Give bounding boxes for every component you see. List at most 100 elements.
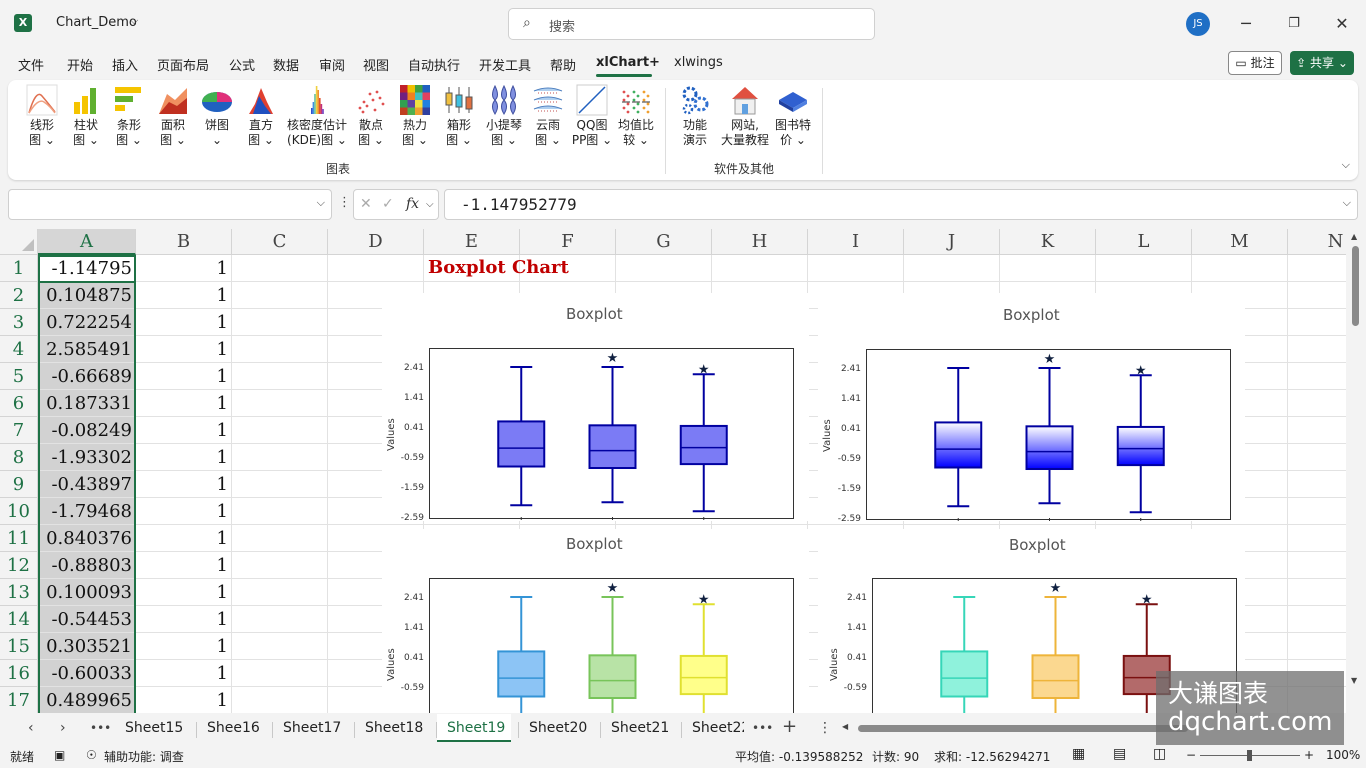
tab-1[interactable]: 开始 <box>67 55 93 74</box>
column-header-K[interactable]: K <box>1000 229 1096 255</box>
scroll-up-icon[interactable]: ▲ <box>1351 232 1357 241</box>
cell-a[interactable]: -0.43897 <box>38 471 136 498</box>
column-header-E[interactable]: E <box>424 229 520 255</box>
cell-b[interactable]: 1 <box>136 498 232 525</box>
zoom-out-icon[interactable]: − <box>1186 748 1196 762</box>
ribbon-item-area-chart[interactable]: 面积 图 ⌄ <box>151 84 195 150</box>
cell-b[interactable]: 1 <box>136 309 232 336</box>
box-series-2[interactable]: ★ <box>1025 352 1074 521</box>
box-series-3[interactable]: ★ <box>679 362 728 520</box>
horizontal-scroll-thumb[interactable] <box>858 725 1188 732</box>
more-sheets-icon[interactable]: ••• <box>90 721 111 735</box>
sheet-tab-sheet19[interactable]: Sheet19 <box>447 720 505 736</box>
document-title[interactable]: Chart_Demo <box>56 15 137 30</box>
more-options-icon[interactable]: ⋮ <box>818 720 832 736</box>
cell-b[interactable]: 1 <box>136 471 232 498</box>
row-header[interactable]: 1 <box>0 255 38 282</box>
tab-8[interactable]: 自动执行 <box>408 55 460 74</box>
row-header[interactable]: 5 <box>0 363 38 390</box>
close-icon[interactable]: ✕ <box>1324 10 1360 38</box>
cell-b[interactable]: 1 <box>136 525 232 552</box>
row-header[interactable]: 17 <box>0 687 38 713</box>
row-header[interactable]: 16 <box>0 660 38 687</box>
cell-b[interactable]: 1 <box>136 633 232 660</box>
column-header-G[interactable]: G <box>616 229 712 255</box>
cell-b[interactable]: 1 <box>136 282 232 309</box>
cell-a[interactable]: -0.60033 <box>38 660 136 687</box>
confirm-icon[interactable]: ✓ <box>382 196 394 212</box>
worksheet-grid[interactable]: -1.14795 1 0.104875 1 0.722254 1 2.585491 1 -0.6… <box>0 229 1346 713</box>
accessibility-status[interactable]: 辅助功能: 调查 <box>104 748 184 765</box>
sheet-tab-sheet15[interactable]: Sheet15 <box>125 720 183 736</box>
chevron-down-icon[interactable]: ⌵ <box>317 196 325 210</box>
row-header[interactable]: 8 <box>0 444 38 471</box>
column-header-H[interactable]: H <box>712 229 808 255</box>
ribbon-item-bar-chart[interactable]: 条形 图 ⌄ <box>107 84 151 150</box>
tab-12[interactable]: xlwings <box>674 55 723 70</box>
cell-a[interactable]: 0.187331 <box>38 390 136 417</box>
ribbon-item-boxplot[interactable]: 箱形 图 ⌄ <box>437 84 481 150</box>
column-header-I[interactable]: I <box>808 229 904 255</box>
column-header-B[interactable]: B <box>136 229 232 255</box>
column-header-N[interactable]: N <box>1288 229 1346 255</box>
ribbon-item-scatter[interactable]: 散点 图 ⌄ <box>349 84 393 150</box>
ribbon-item-raincloud[interactable]: 云雨 图 ⌄ <box>526 84 570 150</box>
more-options-icon[interactable]: ⋮ <box>338 195 351 210</box>
sheet-tab-sheet17[interactable]: Sheet17 <box>283 720 341 736</box>
minimize-icon[interactable]: ─ <box>1228 10 1264 38</box>
cell-a[interactable]: 0.303521 <box>38 633 136 660</box>
normal-view-icon[interactable]: ▦ <box>1072 746 1085 762</box>
sheet-tab-sheet22[interactable]: Sheet22 <box>692 720 744 736</box>
add-sheet-button[interactable]: + <box>782 716 797 737</box>
cancel-icon[interactable]: ✕ <box>360 196 372 212</box>
box-series-1[interactable] <box>934 367 983 521</box>
cell-a[interactable]: 2.585491 <box>38 336 136 363</box>
cell-b[interactable]: 1 <box>136 363 232 390</box>
cell-b[interactable]: 1 <box>136 336 232 363</box>
restore-icon[interactable]: ❐ <box>1276 10 1312 38</box>
scroll-down-icon[interactable]: ▼ <box>1351 676 1357 685</box>
column-header-C[interactable]: C <box>232 229 328 255</box>
more-sheets-icon[interactable]: ••• <box>752 721 773 735</box>
search-box[interactable]: ⌕ 搜索 <box>508 8 875 40</box>
comment-button[interactable]: ▭ 批注 <box>1228 51 1282 75</box>
sheet-tab-shee16[interactable]: Shee16 <box>207 720 260 736</box>
name-box[interactable]: ⌵ <box>8 189 332 220</box>
page-layout-view-icon[interactable]: ▤ <box>1113 746 1126 762</box>
box-series-2[interactable]: ★ <box>1031 581 1080 713</box>
formula-input[interactable]: -1.147952779 ⌵ <box>444 189 1358 220</box>
macro-record-icon[interactable]: ▣ <box>54 748 65 762</box>
select-all-corner[interactable] <box>0 229 38 255</box>
column-header-J[interactable]: J <box>904 229 1000 255</box>
row-header[interactable]: 9 <box>0 471 38 498</box>
scroll-left-icon[interactable]: ◀ <box>842 722 848 731</box>
cell-b[interactable]: 1 <box>136 255 232 282</box>
cell-a[interactable]: 0.489965 <box>38 687 136 713</box>
page-break-view-icon[interactable]: ◫ <box>1153 746 1166 762</box>
row-header[interactable]: 15 <box>0 633 38 660</box>
ribbon-item-mean-compare[interactable]: 均值比 较 ⌄ <box>614 84 658 150</box>
cell-a[interactable]: -1.14795 <box>38 255 136 282</box>
cell-b[interactable]: 1 <box>136 606 232 633</box>
tab-3[interactable]: 页面布局 <box>157 55 209 74</box>
cell-b[interactable]: 1 <box>136 687 232 713</box>
cell-a[interactable]: -1.79468 <box>38 498 136 525</box>
box-series-3[interactable]: ★ <box>679 592 728 713</box>
cell-a[interactable]: 0.104875 <box>38 282 136 309</box>
box-series-3[interactable]: ★ <box>1116 363 1165 521</box>
vertical-scroll-thumb[interactable] <box>1352 246 1359 326</box>
cell-a[interactable]: -0.54453 <box>38 606 136 633</box>
ribbon-item-kde[interactable]: 核密度估计 (KDE)图 ⌄ <box>286 84 348 150</box>
cell-a[interactable]: -0.88803 <box>38 552 136 579</box>
row-header[interactable]: 12 <box>0 552 38 579</box>
tab-0[interactable]: 文件 <box>18 55 44 74</box>
ribbon-item-pie-chart[interactable]: 饼图 ⌄ <box>195 84 239 150</box>
accessibility-icon[interactable]: ☉ <box>86 748 97 762</box>
column-header-M[interactable]: M <box>1192 229 1288 255</box>
row-header[interactable]: 3 <box>0 309 38 336</box>
zoom-in-icon[interactable]: + <box>1304 748 1314 762</box>
ribbon-item-demo[interactable]: 功能 演示 <box>673 84 717 150</box>
cell-a[interactable]: -0.66689 <box>38 363 136 390</box>
avatar[interactable]: JS <box>1186 12 1210 36</box>
tab-9[interactable]: 开发工具 <box>479 55 531 74</box>
